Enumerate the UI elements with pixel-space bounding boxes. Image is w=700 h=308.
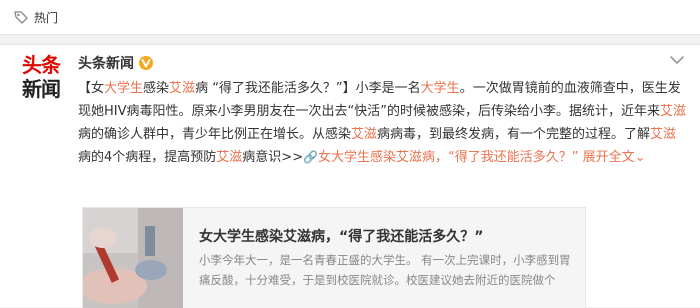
account-header: 头条新闻 bbox=[78, 53, 154, 73]
post-text-segment: 病 “得了我还能活多久？”】小李是一名 bbox=[195, 81, 421, 96]
expand-full-text-button[interactable]: 展开全文⌄ bbox=[583, 150, 646, 165]
post-text-segment: 病意识>> bbox=[242, 150, 304, 165]
highlighted-keyword[interactable]: 艾滋 bbox=[169, 81, 195, 96]
post-text-segment: 病病毒，到最终发病，有一个完整的过程。了解 bbox=[377, 127, 651, 142]
chevron-down-icon[interactable] bbox=[670, 55, 684, 65]
verified-badge-icon bbox=[138, 55, 154, 71]
post-text-segment: 感染 bbox=[143, 81, 170, 96]
expand-arrow-icon: ⌄ bbox=[634, 150, 646, 165]
highlighted-keyword[interactable]: 大学生 bbox=[421, 81, 460, 96]
account-avatar[interactable]: 头条 新闻 bbox=[20, 53, 68, 101]
tag-icon bbox=[14, 10, 28, 24]
weibo-post-card: 头条 新闻 头条新闻 【女大学生感染艾滋病 “得了我还能活多久？”】小李是一名大… bbox=[0, 44, 700, 308]
article-link[interactable]: 女大学生感染艾滋病，“得了我还能活多久？” bbox=[318, 150, 578, 165]
preview-description: 小李今年大一，是一名青春正盛的大学生。 有一次上完课时，小李感到胃痛反酸，十分难… bbox=[199, 253, 571, 287]
logo-text-top: 头条 bbox=[22, 53, 61, 77]
highlighted-keyword[interactable]: 艾滋 bbox=[660, 104, 686, 119]
hot-label[interactable]: 热门 bbox=[34, 9, 58, 26]
article-preview-card[interactable]: 女大学生感染艾滋病，“得了我还能活多久？” 小李今年大一，是一名青春正盛的大学生… bbox=[82, 207, 586, 308]
post-text: 【女大学生感染艾滋病 “得了我还能活多久？”】小李是一名大学生。一次做胃镜前的血… bbox=[78, 77, 686, 169]
highlighted-keyword[interactable]: 艾滋 bbox=[216, 150, 242, 165]
hot-filter-bar: 热门 bbox=[0, 0, 700, 35]
highlighted-keyword[interactable]: 大学生 bbox=[104, 81, 143, 96]
highlighted-keyword[interactable]: 艾滋 bbox=[351, 127, 377, 142]
highlighted-keyword[interactable]: 艾滋 bbox=[650, 127, 676, 142]
account-name[interactable]: 头条新闻 bbox=[78, 53, 134, 73]
link-icon: 🔗 bbox=[303, 150, 319, 164]
post-text-segment: 【女 bbox=[78, 81, 105, 96]
post-text-segment: 病的确诊人群中，青少年比例正在增长。从感染 bbox=[78, 127, 352, 142]
article-thumbnail bbox=[83, 208, 183, 308]
logo-text-bottom: 新闻 bbox=[22, 77, 61, 101]
post-text-segment: 病的4个病程，提高预防 bbox=[78, 150, 217, 165]
expand-label: 展开全文 bbox=[582, 150, 635, 165]
preview-title: 女大学生感染艾滋病，“得了我还能活多久？” bbox=[199, 229, 484, 245]
